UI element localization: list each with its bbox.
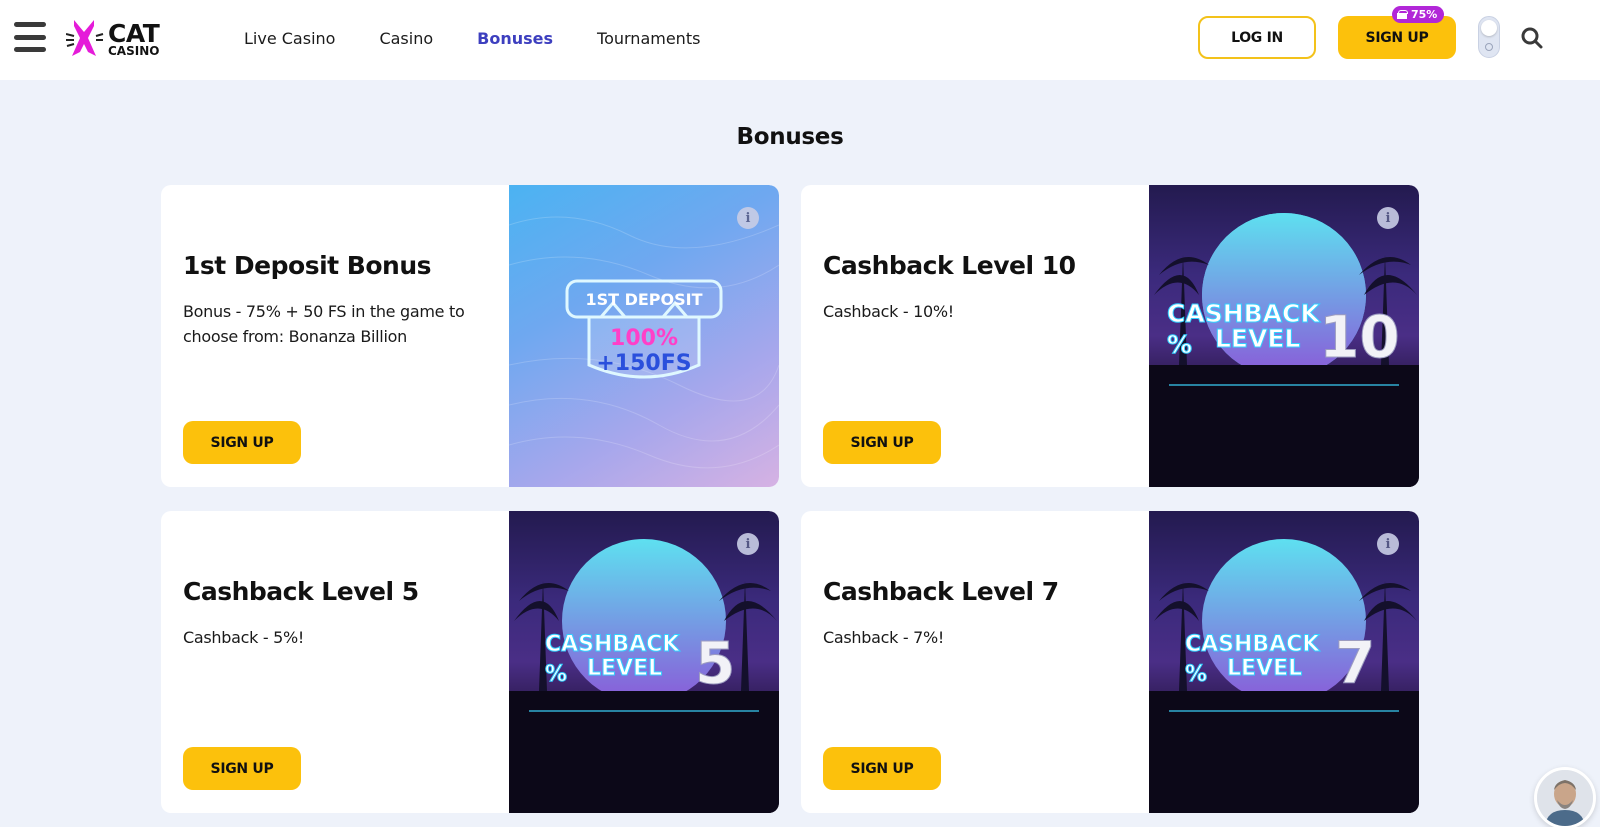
nav-casino[interactable]: Casino <box>379 29 433 48</box>
cashback-image-number: 7 <box>1335 629 1375 697</box>
cashback-image-word2: LEVEL <box>1215 324 1300 353</box>
cat-logo-icon <box>65 18 104 60</box>
info-icon[interactable]: i <box>1377 207 1399 229</box>
cashback-image-number: 5 <box>695 629 735 697</box>
theme-toggle[interactable] <box>1478 16 1500 58</box>
bonus-card-title: Cashback Level 10 <box>823 251 1076 280</box>
cashback-image-prefix: % <box>545 662 567 687</box>
signup-badge-text: 75% <box>1411 8 1438 21</box>
search-icon[interactable] <box>1520 26 1544 50</box>
info-icon[interactable]: i <box>737 207 759 229</box>
cashback-image-word2: LEVEL <box>1227 656 1302 681</box>
bonus-signup-button[interactable]: SIGN UP <box>823 747 941 790</box>
gift-icon <box>1397 10 1408 19</box>
bonus-card-description: Cashback - 10%! <box>823 302 954 321</box>
cashback-image-prefix: % <box>1185 662 1207 687</box>
page-title: Bonuses <box>736 124 844 150</box>
cashback-image-word1: CASHBACK <box>1185 632 1320 657</box>
logo[interactable]: CAT CASINO <box>65 16 176 62</box>
bonus-card-description: Cashback - 7%! <box>823 628 945 647</box>
info-icon[interactable]: i <box>737 533 759 555</box>
info-icon[interactable]: i <box>1377 533 1399 555</box>
nav-bonuses[interactable]: Bonuses <box>477 29 553 48</box>
site-header: CAT CASINO Live Casino Casino Bonuses To… <box>0 0 1600 80</box>
deposit-image-line3: +150FS <box>596 351 691 376</box>
cashback-image-prefix: % <box>1167 330 1192 359</box>
bonus-signup-button[interactable]: SIGN UP <box>183 421 301 464</box>
menu-icon[interactable] <box>14 22 46 52</box>
bonus-card-cashback-5: Cashback Level 5 Cashback - 5%! SIGN UP … <box>161 511 779 813</box>
sun-icon <box>1485 43 1493 51</box>
deposit-image-line1: 1ST DEPOSIT <box>585 290 702 309</box>
bonus-card-image: CASHBACK % LEVEL 10 i <box>1149 185 1419 487</box>
bonus-card-1st-deposit: 1st Deposit Bonus Bonus - 75% + 50 FS in… <box>161 185 779 487</box>
deposit-image-line2: 100% <box>610 326 678 351</box>
bonus-card-title: 1st Deposit Bonus <box>183 251 432 280</box>
theme-toggle-knob <box>1481 20 1497 36</box>
bonus-card-cashback-7: Cashback Level 7 Cashback - 7%! SIGN UP … <box>801 511 1419 813</box>
bonus-card-image: CASHBACK % LEVEL 7 i <box>1149 511 1419 813</box>
bonus-card-image: 1ST DEPOSIT 100% +150FS i <box>509 185 779 487</box>
support-avatar[interactable] <box>1534 767 1596 827</box>
signup-bonus-badge: 75% <box>1392 6 1445 23</box>
login-button[interactable]: LOG IN <box>1198 16 1316 59</box>
bonus-card-title: Cashback Level 5 <box>183 577 419 606</box>
logo-title: CAT <box>108 19 160 48</box>
bonus-card-cashback-10: Cashback Level 10 Cashback - 10%! SIGN U… <box>801 185 1419 487</box>
bonus-card-description: Bonus - 75% + 50 FS in the game to choos… <box>183 302 465 346</box>
bonus-signup-button[interactable]: SIGN UP <box>183 747 301 790</box>
bonus-card-image: CASHBACK % LEVEL 5 i <box>509 511 779 813</box>
main-nav: Live Casino Casino Bonuses Tournaments <box>244 0 744 76</box>
logo-subtitle: CASINO <box>108 44 160 58</box>
cashback-image-word2: LEVEL <box>587 656 662 681</box>
bonus-signup-button[interactable]: SIGN UP <box>823 421 941 464</box>
nav-tournaments[interactable]: Tournaments <box>597 29 700 48</box>
cashback-image-word1: CASHBACK <box>545 632 680 657</box>
nav-live-casino[interactable]: Live Casino <box>244 29 335 48</box>
bonus-card-description: Cashback - 5%! <box>183 628 305 647</box>
bonus-card-title: Cashback Level 7 <box>823 577 1059 606</box>
cashback-image-number: 10 <box>1319 303 1400 371</box>
